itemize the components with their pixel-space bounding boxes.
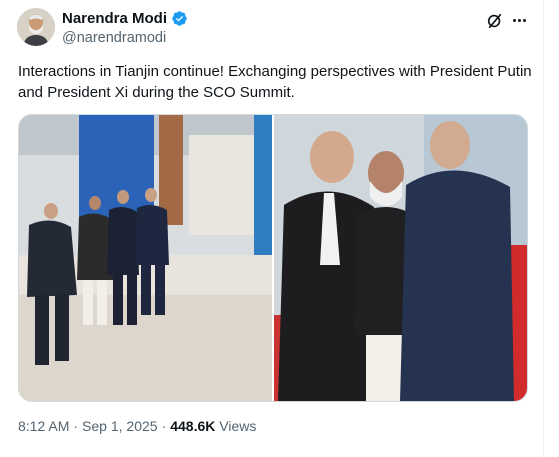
more-options-icon[interactable] bbox=[509, 10, 529, 30]
tweet-card: Narendra Modi @narendramodi Interactions… bbox=[0, 0, 544, 457]
author-display-name[interactable]: Narendra Modi bbox=[62, 10, 167, 27]
author-handle[interactable]: @narendramodi bbox=[62, 30, 166, 46]
tweet-date[interactable]: Sep 1, 2025 bbox=[82, 418, 158, 434]
views-group[interactable]: 448.6K Views bbox=[170, 418, 256, 434]
author-avatar[interactable] bbox=[17, 8, 55, 46]
meta-separator: · bbox=[161, 418, 167, 434]
author-name-row[interactable]: Narendra Modi bbox=[62, 10, 188, 27]
photo-leaders-walking[interactable] bbox=[19, 115, 272, 401]
verified-badge-icon bbox=[171, 10, 188, 27]
grok-icon[interactable] bbox=[486, 12, 504, 30]
photo-leaders-conversing[interactable] bbox=[274, 115, 527, 401]
tweet-time[interactable]: 8:12 AM bbox=[18, 418, 69, 434]
views-label: Views bbox=[219, 418, 257, 434]
tweet-meta: 8:12 AM · Sep 1, 2025 · 448.6K Views bbox=[18, 418, 256, 434]
views-count: 448.6K bbox=[170, 418, 216, 434]
meta-separator: · bbox=[73, 418, 79, 434]
tweet-text: Interactions in Tianjin continue! Exchan… bbox=[18, 63, 532, 101]
media-grid bbox=[18, 114, 528, 402]
